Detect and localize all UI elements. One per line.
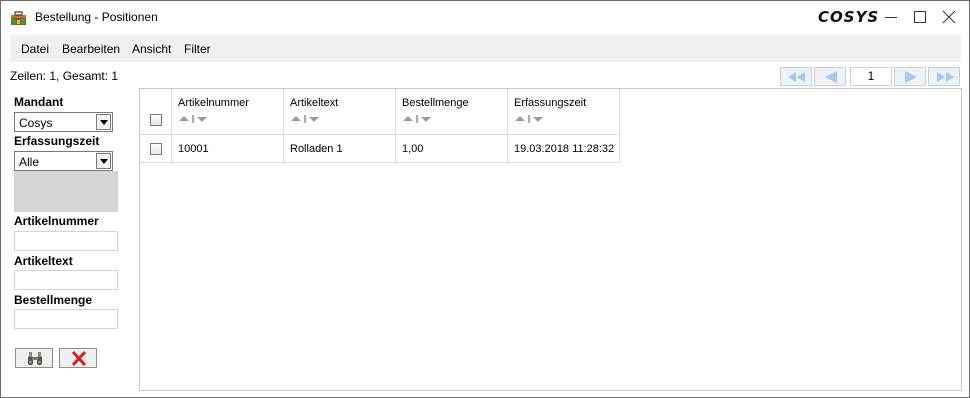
cell-value: Rolladen 1 bbox=[290, 143, 343, 155]
left-arrow-icon bbox=[825, 71, 837, 83]
erfassungszeit-dropdown-button[interactable] bbox=[96, 153, 111, 169]
application-window: Bestellung - Positionen COSYS Datei Bear… bbox=[0, 0, 970, 398]
sort-toggle-icon[interactable] bbox=[290, 114, 320, 124]
sort-toggle-icon[interactable] bbox=[402, 114, 432, 124]
previous-page-button[interactable] bbox=[814, 67, 846, 86]
search-button[interactable] bbox=[15, 348, 53, 368]
right-arrow-icon bbox=[905, 71, 917, 83]
bestellmenge-label: Bestellmenge bbox=[14, 293, 93, 307]
menu-filter[interactable]: Filter bbox=[184, 42, 211, 56]
page-number-input[interactable]: 1 bbox=[850, 67, 892, 86]
artikeltext-input[interactable] bbox=[14, 270, 118, 290]
column-header-bestellmenge[interactable]: Bestellmenge bbox=[396, 89, 508, 135]
column-header-artikeltext[interactable]: Artikeltext bbox=[284, 89, 396, 135]
table-cell-artikeltext[interactable]: Rolladen 1 bbox=[284, 135, 396, 163]
table-cell-artikelnummer[interactable]: 10001 bbox=[172, 135, 284, 163]
mandant-label: Mandant bbox=[14, 95, 64, 109]
mandant-select[interactable]: Cosys bbox=[14, 112, 113, 132]
bestellmenge-input[interactable] bbox=[14, 309, 118, 329]
clear-filter-button[interactable] bbox=[59, 348, 97, 368]
column-header-artikelnummer[interactable]: Artikelnummer bbox=[172, 89, 284, 135]
column-title: Artikelnummer bbox=[178, 97, 249, 109]
cosys-logo: COSYS bbox=[818, 8, 880, 26]
cell-value: 10001 bbox=[178, 143, 209, 155]
red-x-icon bbox=[71, 351, 87, 366]
close-icon[interactable] bbox=[941, 9, 957, 25]
minimize-icon[interactable] bbox=[883, 9, 899, 25]
positions-grid: Artikelnummer Artikeltext Bestellmenge E… bbox=[139, 88, 962, 391]
mandant-value: Cosys bbox=[19, 116, 53, 130]
double-left-arrow-icon bbox=[788, 72, 805, 82]
toolbox-icon bbox=[11, 11, 26, 25]
menu-bearbeiten[interactable]: Bearbeiten bbox=[62, 42, 120, 56]
binoculars-icon bbox=[28, 352, 42, 365]
chevron-down-icon bbox=[100, 159, 108, 164]
cell-value: 1,00 bbox=[402, 143, 424, 155]
artikeltext-label: Artikeltext bbox=[14, 254, 73, 268]
chevron-down-icon bbox=[100, 120, 108, 125]
artikelnummer-label: Artikelnummer bbox=[14, 214, 99, 228]
menu-ansicht[interactable]: Ansicht bbox=[132, 42, 171, 56]
column-title: Artikeltext bbox=[290, 97, 339, 109]
column-title: Erfassungszeit bbox=[514, 97, 587, 109]
artikelnummer-input[interactable] bbox=[14, 231, 118, 251]
cell-value: 19.03.2018 11:28:32 bbox=[514, 143, 615, 155]
erfassungszeit-label: Erfassungszeit bbox=[14, 134, 100, 148]
next-page-button[interactable] bbox=[894, 67, 926, 86]
column-header-erfassungszeit[interactable]: Erfassungszeit bbox=[508, 89, 620, 135]
sort-toggle-icon[interactable] bbox=[514, 114, 544, 124]
double-right-arrow-icon bbox=[937, 72, 954, 82]
last-page-button[interactable] bbox=[928, 67, 960, 86]
first-page-button[interactable] bbox=[780, 67, 812, 86]
erfassungszeit-value: Alle bbox=[19, 155, 40, 169]
erfassungszeit-select[interactable]: Alle bbox=[14, 151, 113, 171]
row-checkbox[interactable] bbox=[150, 143, 162, 155]
mandant-dropdown-button[interactable] bbox=[96, 114, 111, 130]
menu-datei[interactable]: Datei bbox=[21, 42, 49, 56]
select-all-checkbox[interactable] bbox=[150, 114, 162, 126]
sort-toggle-icon[interactable] bbox=[178, 114, 208, 124]
column-title: Bestellmenge bbox=[402, 97, 469, 109]
title-bar: Bestellung - Positionen COSYS bbox=[1, 1, 969, 34]
row-select-cell bbox=[140, 135, 172, 163]
table-cell-bestellmenge[interactable]: 1,00 bbox=[396, 135, 508, 163]
maximize-icon[interactable] bbox=[912, 9, 928, 25]
header-select-all-cell bbox=[140, 89, 172, 135]
table-cell-erfassungszeit[interactable]: 19.03.2018 11:28:32 bbox=[508, 135, 620, 163]
date-range-area bbox=[14, 171, 118, 212]
window-title: Bestellung - Positionen bbox=[35, 10, 158, 24]
row-count-status: Zeilen: 1, Gesamt: 1 bbox=[10, 69, 119, 83]
menu-bar: Datei Bearbeiten Ansicht Filter bbox=[10, 35, 961, 62]
